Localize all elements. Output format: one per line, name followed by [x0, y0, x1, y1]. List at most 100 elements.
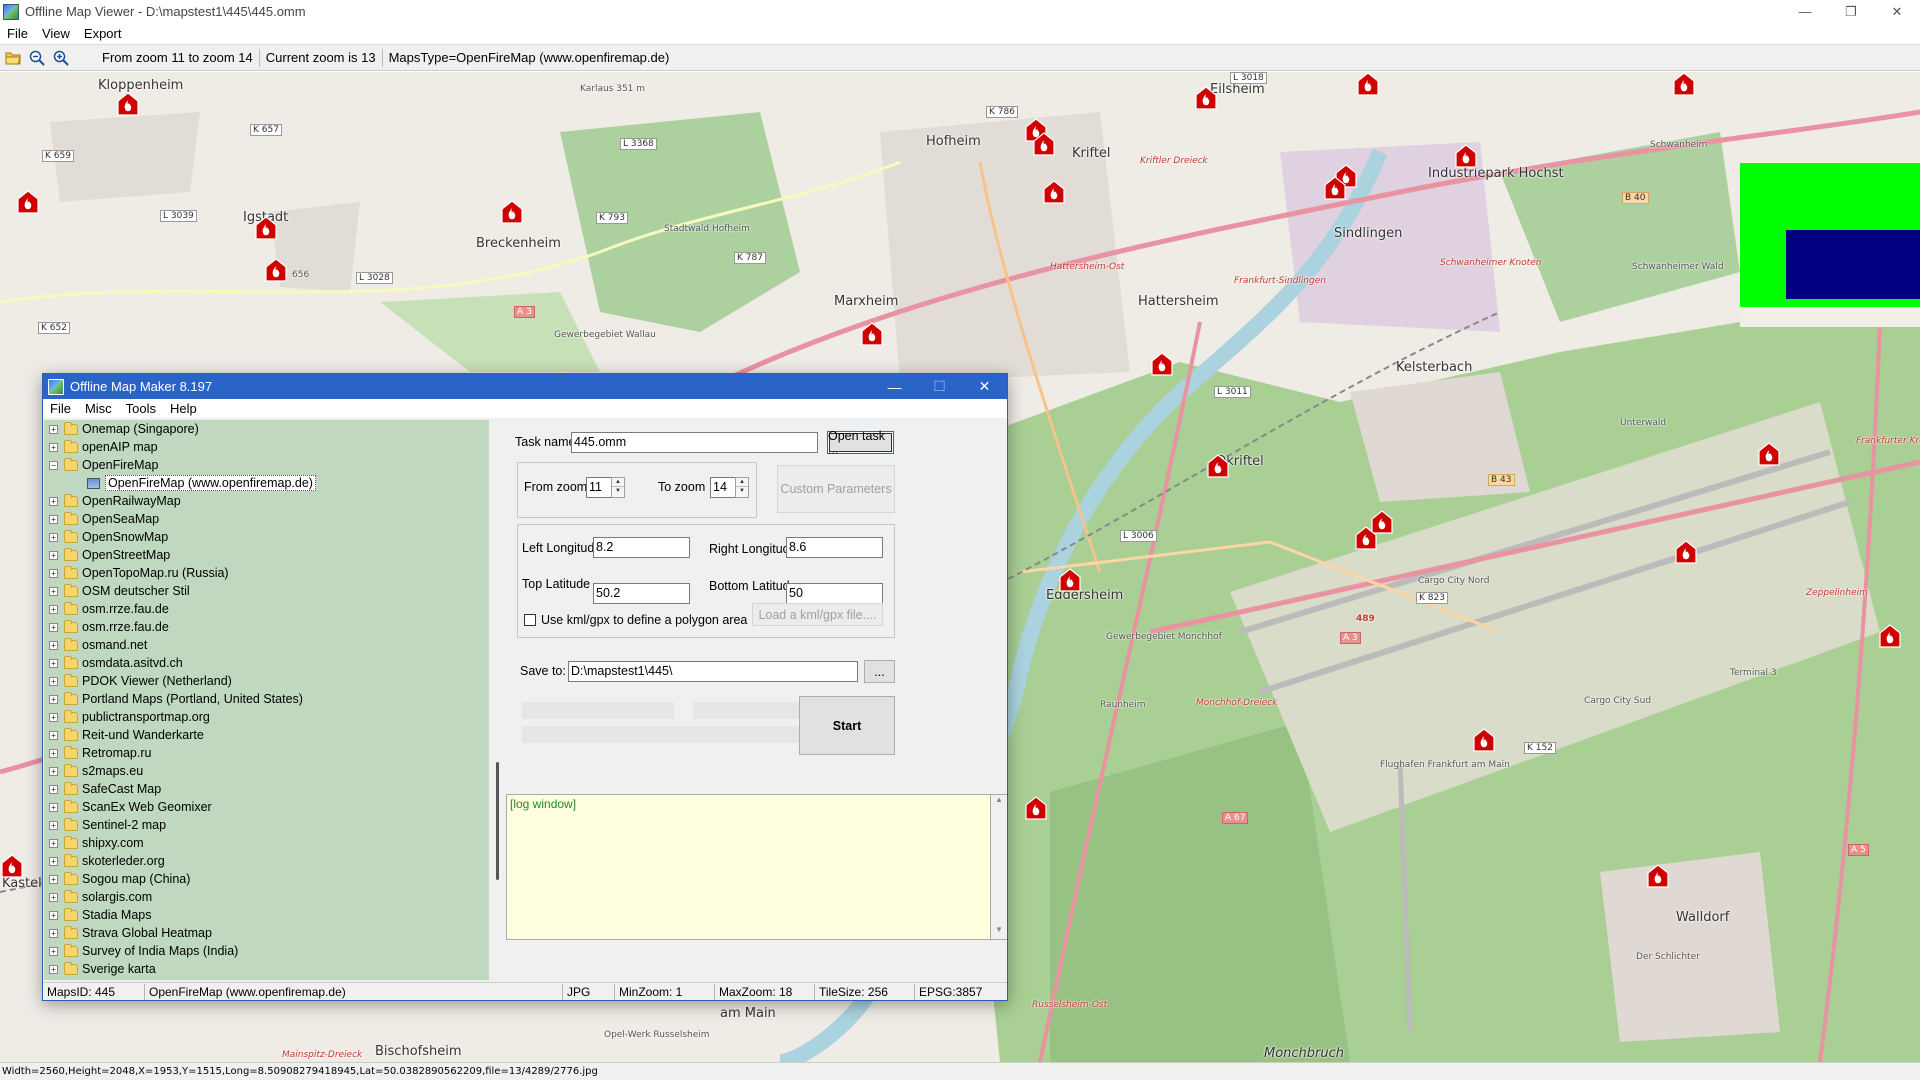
dialog-minimize-button[interactable]: — — [872, 374, 917, 399]
expand-icon[interactable]: + — [49, 766, 58, 776]
tree-item[interactable]: + Portland Maps (Portland, United States) — [44, 690, 489, 708]
tree-scrollbar[interactable] — [489, 420, 506, 980]
expand-icon[interactable]: + — [49, 856, 58, 866]
tree-item[interactable]: + skoterleder.org — [44, 852, 489, 870]
tree-item[interactable]: + Onemap (Singapore) — [44, 420, 489, 438]
expand-icon[interactable]: + — [49, 550, 58, 560]
bottom-latitude-input[interactable]: 50 — [786, 583, 883, 604]
tree-item[interactable]: + Sogou map (China) — [44, 870, 489, 888]
menu-export[interactable]: Export — [77, 26, 129, 41]
dialog-menu-tools[interactable]: Tools — [119, 401, 163, 416]
tree-item[interactable]: OpenFireMap (www.openfiremap.de) — [44, 474, 489, 492]
log-window[interactable]: [log window] — [506, 794, 991, 940]
tree-item[interactable]: + Strava Global Heatmap — [44, 924, 489, 942]
tree-item[interactable]: + PDOK Viewer (Netherland) — [44, 672, 489, 690]
tree-item[interactable]: + osmand.net — [44, 636, 489, 654]
expand-icon[interactable]: + — [49, 694, 58, 704]
dialog-titlebar[interactable]: Offline Map Maker 8.197 — ☐ ✕ — [43, 374, 1007, 399]
expand-icon[interactable]: + — [49, 586, 58, 596]
tree-item[interactable]: + s2maps.eu — [44, 762, 489, 780]
custom-parameters-button[interactable]: Custom Parameters — [777, 465, 895, 513]
tree-item[interactable]: − OpenFireMap — [44, 456, 489, 474]
tree-item[interactable]: + Sentinel-2 map — [44, 816, 489, 834]
zoom-in-button[interactable] — [50, 47, 72, 69]
expand-icon[interactable]: + — [49, 676, 58, 686]
expand-icon[interactable]: + — [49, 928, 58, 938]
zoom-out-button[interactable] — [26, 47, 48, 69]
close-button[interactable]: ✕ — [1874, 0, 1920, 23]
tree-item[interactable]: + OpenSnowMap — [44, 528, 489, 546]
tree-item[interactable]: + osm.rrze.fau.de — [44, 618, 489, 636]
task-name-input[interactable]: 445.omm — [571, 432, 818, 453]
expand-icon[interactable]: + — [49, 946, 58, 956]
collapse-icon[interactable]: − — [49, 460, 58, 470]
tree-item[interactable]: + osm.rrze.fau.de — [44, 600, 489, 618]
expand-icon[interactable]: + — [49, 532, 58, 542]
expand-icon[interactable]: + — [49, 424, 58, 434]
expand-icon[interactable]: + — [49, 874, 58, 884]
save-to-input[interactable]: D:\mapstest1\445\ — [568, 661, 858, 682]
expand-icon[interactable]: + — [49, 640, 58, 650]
from-zoom-spinner[interactable]: ▲ ▼ — [611, 477, 625, 498]
tree-item[interactable]: + Retromap.ru — [44, 744, 489, 762]
menu-file[interactable]: File — [0, 26, 35, 41]
tree-item[interactable]: + solargis.com — [44, 888, 489, 906]
tree-scrollbar-thumb[interactable] — [496, 762, 499, 880]
tree-item[interactable]: + OSM deutscher Stil — [44, 582, 489, 600]
expand-icon[interactable]: + — [49, 802, 58, 812]
expand-icon[interactable]: + — [49, 514, 58, 524]
dialog-menu-file[interactable]: File — [43, 401, 78, 416]
load-kml-button[interactable]: Load a kml/gpx file.... — [752, 603, 883, 626]
dialog-menu-help[interactable]: Help — [163, 401, 204, 416]
expand-icon[interactable]: + — [49, 892, 58, 902]
tree-item[interactable]: + shipxy.com — [44, 834, 489, 852]
expand-icon[interactable]: + — [49, 748, 58, 758]
tree-item[interactable]: + OpenSeaMap — [44, 510, 489, 528]
from-zoom-input[interactable]: 11 — [586, 477, 612, 498]
scroll-down-icon[interactable]: ▼ — [991, 925, 1007, 939]
use-kml-checkbox[interactable] — [524, 614, 536, 626]
tree-item[interactable]: + SafeCast Map — [44, 780, 489, 798]
expand-icon[interactable]: + — [49, 658, 58, 668]
tree-item[interactable]: + openAIP map — [44, 438, 489, 456]
open-task-button[interactable]: Open task ... — [827, 429, 894, 457]
menu-view[interactable]: View — [35, 26, 77, 41]
tree-item[interactable]: + OpenTopoMap.ru (Russia) — [44, 564, 489, 582]
tree-item[interactable]: + OpenStreetMap — [44, 546, 489, 564]
expand-icon[interactable]: + — [49, 496, 58, 506]
expand-icon[interactable]: + — [49, 622, 58, 632]
top-latitude-input[interactable]: 50.2 — [593, 583, 690, 604]
tree-item[interactable]: + Reit-und Wanderkarte — [44, 726, 489, 744]
expand-icon[interactable]: + — [49, 820, 58, 830]
dialog-menu-misc[interactable]: Misc — [78, 401, 119, 416]
expand-icon[interactable]: + — [49, 442, 58, 452]
expand-icon[interactable]: + — [49, 730, 58, 740]
right-longitude-input[interactable]: 8.6 — [786, 537, 883, 558]
tree-item[interactable]: + Stadia Maps — [44, 906, 489, 924]
to-zoom-input[interactable]: 14 — [710, 477, 736, 498]
tree-item[interactable]: + publictransportmap.org — [44, 708, 489, 726]
browse-button[interactable]: ... — [864, 660, 895, 683]
tree-item[interactable]: + Survey of India Maps (India) — [44, 942, 489, 960]
left-longitude-input[interactable]: 8.2 — [593, 537, 690, 558]
tree-item[interactable]: + ScanEx Web Geomixer — [44, 798, 489, 816]
log-scrollbar[interactable]: ▲ ▼ — [991, 794, 1007, 940]
maximize-button[interactable]: ❐ — [1828, 0, 1874, 23]
to-zoom-spinner[interactable]: ▲ ▼ — [735, 477, 749, 498]
expand-icon[interactable]: + — [49, 964, 58, 974]
expand-icon[interactable]: + — [49, 604, 58, 614]
start-button[interactable]: Start — [799, 696, 895, 755]
tree-item[interactable]: + OpenRailwayMap — [44, 492, 489, 510]
open-folder-button[interactable] — [2, 47, 24, 69]
dialog-close-button[interactable]: ✕ — [962, 374, 1007, 399]
expand-icon[interactable]: + — [49, 910, 58, 920]
expand-icon[interactable]: + — [49, 838, 58, 848]
minimize-button[interactable]: — — [1782, 0, 1828, 23]
map-source-tree[interactable]: + Onemap (Singapore) + openAIP map − OpenFire… — [44, 420, 489, 980]
tree-item[interactable]: + Sverige karta — [44, 960, 489, 978]
tree-item[interactable]: + osmdata.asitvd.ch — [44, 654, 489, 672]
scroll-up-icon[interactable]: ▲ — [991, 795, 1007, 809]
expand-icon[interactable]: + — [49, 784, 58, 794]
expand-icon[interactable]: + — [49, 568, 58, 578]
expand-icon[interactable]: + — [49, 712, 58, 722]
